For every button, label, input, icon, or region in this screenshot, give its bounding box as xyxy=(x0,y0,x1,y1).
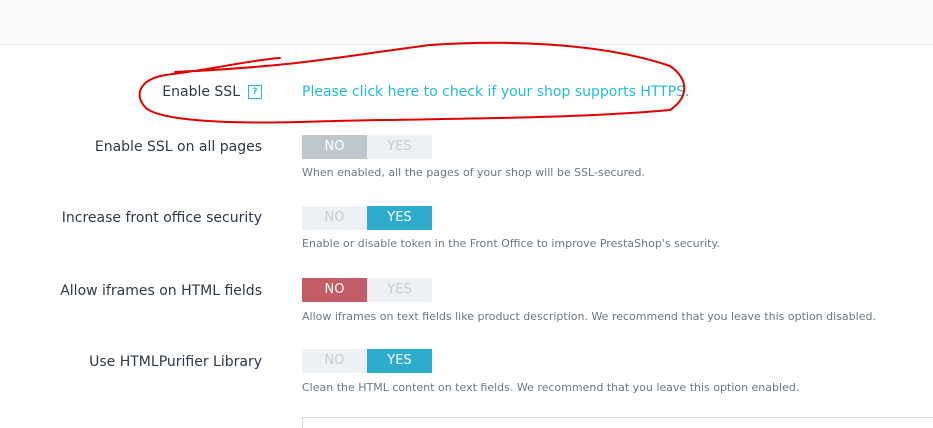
front-office-security-hint: Enable or disable token in the Front Off… xyxy=(302,237,720,250)
next-field-box[interactable] xyxy=(302,417,933,428)
htmlpurifier-no-option[interactable]: NO xyxy=(302,349,367,373)
front-office-security-switch[interactable]: NO YES xyxy=(302,206,432,230)
htmlpurifier-hint: Clean the HTML content on text fields. W… xyxy=(302,381,800,394)
allow-iframes-switch[interactable]: NO YES xyxy=(302,278,432,302)
allow-iframes-hint: Allow iframes on text fields like produc… xyxy=(302,310,876,323)
ssl-all-pages-no-option[interactable]: NO xyxy=(302,135,367,159)
ssl-all-pages-hint: When enabled, all the pages of your shop… xyxy=(302,166,646,179)
ssl-all-pages-label: Enable SSL on all pages xyxy=(94,139,262,155)
htmlpurifier-yes-option[interactable]: YES xyxy=(367,349,432,373)
htmlpurifier-label: Use HTMLPurifier Library xyxy=(89,354,262,370)
ssl-all-pages-yes-option[interactable]: YES xyxy=(367,135,432,159)
allow-iframes-label: Allow iframes on HTML fields xyxy=(60,283,262,299)
htmlpurifier-switch[interactable]: NO YES xyxy=(302,349,432,373)
front-office-security-label: Increase front office security xyxy=(61,210,262,226)
allow-iframes-yes-option[interactable]: YES xyxy=(367,278,432,302)
allow-iframes-no-option[interactable]: NO xyxy=(302,278,367,302)
front-office-security-no-option[interactable]: NO xyxy=(302,206,367,230)
ssl-all-pages-switch[interactable]: NO YES xyxy=(302,135,432,159)
front-office-security-yes-option[interactable]: YES xyxy=(367,206,432,230)
